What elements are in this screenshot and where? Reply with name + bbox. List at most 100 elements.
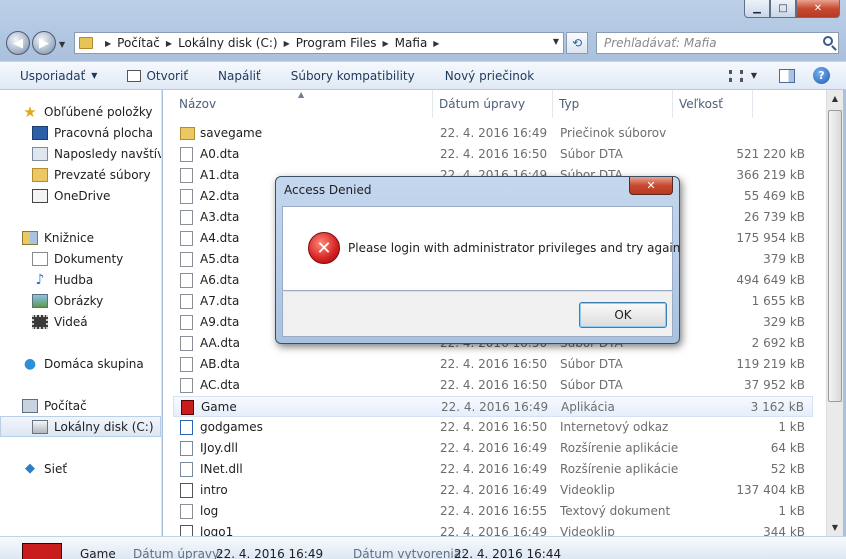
column-type-label: Typ (559, 97, 580, 111)
organize-button[interactable]: Usporiadať ▼ (0, 62, 107, 89)
compatibility-files-button[interactable]: Súbory kompatibility (271, 62, 425, 89)
file-size: 175 954 kB (736, 231, 805, 245)
file-date: 22. 4. 2016 16:49 (440, 126, 548, 140)
minimize-button[interactable]: ▁ (744, 0, 770, 18)
file-date: 22. 4. 2016 16:49 (440, 483, 548, 497)
preview-pane-icon[interactable] (779, 68, 795, 83)
file-row[interactable]: AC.dta 22. 4. 2016 16:50 Súbor DTA 37 952 k… (173, 375, 813, 396)
file-type: Súbor DTA (560, 357, 623, 371)
file-type: Rozšírenie aplikácie (560, 441, 679, 455)
breadcrumb-item[interactable]: Program Files (296, 36, 377, 50)
game-file-icon (181, 400, 194, 415)
file-name: A6.dta (200, 273, 240, 287)
nav-music-label: Hudba (54, 272, 94, 287)
nav-favorites[interactable]: ★ Obľúbené položky (0, 101, 161, 122)
column-date-label: Dátum úpravy (439, 97, 526, 111)
file-row[interactable]: log 22. 4. 2016 16:55 Textový dokument 1 kB (173, 501, 813, 522)
view-options-icon[interactable] (728, 69, 743, 82)
nav-desktop-label: Pracovná plocha (54, 125, 153, 140)
file-size: 366 219 kB (736, 168, 805, 182)
file-row[interactable]: savegame 22. 4. 2016 16:49 Priečinok súbor… (173, 123, 813, 144)
column-header-size[interactable]: Veľkosť (673, 90, 753, 118)
burn-button[interactable]: Napáliť (198, 62, 271, 89)
file-name: intro (200, 483, 228, 497)
breadcrumb-separator-icon[interactable]: ▶ (284, 39, 290, 48)
file-row[interactable]: intro 22. 4. 2016 16:49 Videoklip 137 404 k… (173, 480, 813, 501)
file-type: Videoklip (560, 525, 615, 536)
help-icon[interactable]: ? (813, 67, 830, 84)
view-dropdown-icon[interactable]: ▼ (751, 71, 757, 80)
breadcrumb-item[interactable]: Mafia (395, 36, 428, 50)
nav-desktop[interactable]: Pracovná plocha (0, 122, 161, 143)
file-row[interactable]: Game 22. 4. 2016 16:49 Aplikácia 3 162 kB (173, 396, 813, 417)
file-size: 379 kB (763, 252, 805, 266)
recent-pages-dropdown[interactable]: ▼ (59, 40, 65, 49)
file-row[interactable]: godgames 22. 4. 2016 16:50 Internetový odk… (173, 417, 813, 438)
file-name: INet.dll (200, 462, 243, 476)
dialog-body: ✕ Please login with administrator privil… (282, 206, 680, 291)
file-row[interactable]: INet.dll 22. 4. 2016 16:49 Rozšírenie apli… (173, 459, 813, 480)
network-icon: ◆ (25, 461, 35, 476)
address-dropdown-icon[interactable]: ▼ (553, 37, 559, 46)
ok-button[interactable]: OK (579, 302, 667, 328)
organize-label: Usporiadať (20, 68, 86, 83)
nav-pictures[interactable]: Obrázky (0, 290, 161, 311)
close-button[interactable]: ✕ (796, 0, 840, 18)
open-button[interactable]: Otvoriť (107, 62, 198, 89)
nav-libraries[interactable]: Knižnice (0, 227, 161, 248)
scroll-thumb[interactable] (828, 110, 842, 402)
nav-music[interactable]: ♪ Hudba (0, 269, 161, 290)
scroll-down-icon[interactable]: ▼ (827, 519, 843, 536)
breadcrumb-item[interactable]: Počítač (117, 36, 160, 50)
vertical-scrollbar[interactable]: ▲ ▼ (826, 90, 843, 536)
dialog-close-button[interactable]: ✕ (629, 177, 673, 195)
file-size: 1 kB (778, 504, 805, 518)
maximize-button[interactable]: □ (770, 0, 796, 18)
column-header-date[interactable]: Dátum úpravy (433, 90, 553, 118)
search-input[interactable]: Prehľadávať: Mafia (596, 32, 839, 54)
breadcrumb-separator-icon[interactable]: ▶ (105, 39, 111, 48)
dialog-footer: OK (282, 291, 673, 337)
back-button[interactable]: ◀ (6, 31, 30, 55)
open-icon (127, 69, 142, 82)
scroll-up-icon[interactable]: ▲ (827, 90, 843, 107)
file-row[interactable]: A0.dta 22. 4. 2016 16:50 Súbor DTA 521 220 … (173, 144, 813, 165)
new-folder-button[interactable]: Nový priečinok (425, 62, 544, 89)
breadcrumb-item[interactable]: Lokálny disk (C:) (178, 36, 278, 50)
nav-homegroup[interactable]: ● Domáca skupina (0, 353, 161, 374)
local-disk-icon (32, 419, 48, 434)
file-size: 3 162 kB (750, 400, 804, 414)
nav-documents[interactable]: Dokumenty (0, 248, 161, 269)
nav-computer-label: Počítač (44, 398, 87, 413)
breadcrumb-separator-icon[interactable]: ▶ (383, 39, 389, 48)
file-row[interactable]: AB.dta 22. 4. 2016 16:50 Súbor DTA 119 219 … (173, 354, 813, 375)
file-type: Priečinok súborov (560, 126, 667, 140)
file-type: Videoklip (560, 483, 615, 497)
nav-videos[interactable]: Videá (0, 311, 161, 332)
column-header-type[interactable]: Typ (553, 90, 673, 118)
libraries-icon (22, 230, 38, 245)
nav-local-disk[interactable]: Lokálny disk (C:) (0, 416, 161, 437)
nav-network[interactable]: ◆ Sieť (0, 458, 161, 479)
column-size-label: Veľkosť (679, 97, 723, 111)
address-bar[interactable]: ▶ Počítač ▶ Lokálny disk (C:) ▶ Program … (74, 32, 564, 54)
file-name: savegame (200, 126, 263, 140)
file-name: A0.dta (200, 147, 240, 161)
dta-file-icon (180, 252, 193, 267)
file-row[interactable]: IJoy.dll 22. 4. 2016 16:49 Rozšírenie apli… (173, 438, 813, 459)
file-date: 22. 4. 2016 16:50 (440, 147, 548, 161)
breadcrumb-separator-icon[interactable]: ▶ (166, 39, 172, 48)
file-row[interactable]: logo1 22. 4. 2016 16:49 Videoklip 344 kB (173, 522, 813, 536)
breadcrumb-separator-icon[interactable]: ▶ (433, 39, 439, 48)
refresh-button[interactable]: ⟲ (566, 32, 588, 54)
nav-favorites-label: Obľúbené položky (44, 104, 153, 119)
nav-computer[interactable]: Počítač (0, 395, 161, 416)
file-date: 22. 4. 2016 16:50 (440, 420, 548, 434)
nav-recent[interactable]: Naposledy navštívené (0, 143, 161, 164)
forward-button[interactable]: ▶ (32, 31, 56, 55)
command-bar: Usporiadať ▼ Otvoriť Napáliť Súbory kompa… (0, 61, 846, 90)
star-icon: ★ (23, 102, 37, 121)
nav-downloads[interactable]: Prevzaté súbory (0, 164, 161, 185)
nav-recent-label: Naposledy navštívené (54, 146, 161, 161)
nav-onedrive[interactable]: OneDrive (0, 185, 161, 206)
